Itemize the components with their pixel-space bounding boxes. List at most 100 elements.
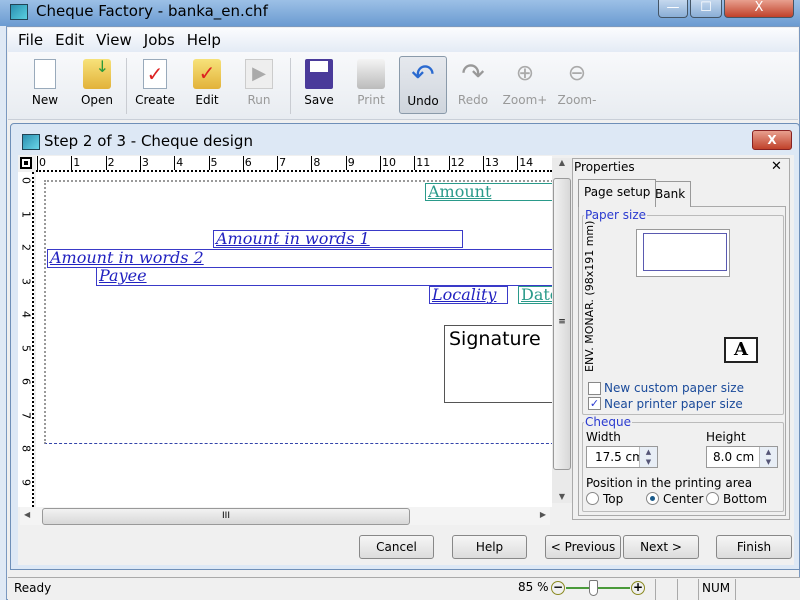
properties-title: Properties [574,160,635,174]
vertical-scroll-thumb[interactable]: ≡ [553,178,571,470]
cheque-group-label: Cheque [584,415,632,429]
zoom-in-button[interactable]: ⊕ Zoom+ [502,56,548,114]
radio-bottom-label[interactable]: Bottom [723,492,767,506]
next-button[interactable]: Next > [623,535,699,559]
height-spinner[interactable]: 8.0 cm ▲ ▼ [706,446,778,468]
cancel-button[interactable]: Cancel [359,535,434,559]
edit-button[interactable]: ✓ Edit [184,56,230,114]
redo-arrow-icon: ↷ [461,57,485,90]
new-button[interactable]: New [22,56,68,114]
design-canvas[interactable]: Amount Amount in words 1 Amount in words… [36,172,552,507]
radio-bottom[interactable] [706,492,719,505]
horizontal-scroll-thumb[interactable]: III [42,508,410,525]
near-printer-paper-label[interactable]: Near printer paper size [604,397,743,411]
field-date[interactable]: Date [518,286,552,304]
ruler-tick-label: 11 [414,156,431,170]
properties-close-icon[interactable]: ✕ [771,159,782,174]
field-locality[interactable]: Locality [429,286,508,304]
zoom-slider-thumb[interactable] [589,580,599,596]
cheque-page-area [44,180,552,444]
spinner-arrows-icon[interactable]: ▲ ▼ [759,447,777,467]
status-divider [698,579,699,600]
menu-help[interactable]: Help [181,28,227,52]
field-amount-in-words-2[interactable]: Amount in words 2 [47,249,552,268]
ruler-tick-label: 1 [19,210,33,218]
toolbar-separator [126,58,127,114]
zoom-in-status-icon[interactable]: + [631,581,645,595]
save-floppy-icon [305,59,333,89]
ruler-tick-label: 3 [139,156,149,170]
previous-button[interactable]: < Previous [545,535,621,559]
maximize-button[interactable]: ☐ [690,0,722,18]
menu-jobs[interactable]: Jobs [138,28,181,52]
toolbar-separator [290,58,291,114]
menu-edit[interactable]: Edit [49,28,90,52]
dialog-close-button[interactable]: X [752,130,792,150]
ruler-tick-label: 7 [19,411,33,419]
status-divider [655,579,656,600]
field-amount[interactable]: Amount [425,183,552,201]
minimize-button[interactable]: — [658,0,688,18]
ruler-tick-label: 4 [19,311,33,318]
ruler-tick-label: 3 [19,277,33,285]
zoom-out-status-icon[interactable]: − [551,581,565,595]
zoom-out-button[interactable]: ⊖ Zoom- [554,56,600,114]
menu-bar: File Edit View Jobs Help [8,28,798,52]
status-bar [8,577,800,600]
ruler-tick-label: 13 [482,156,499,170]
zoom-out-icon: ⊖ [567,61,587,86]
printer-icon [357,59,385,89]
num-lock-indicator: NUM [702,581,731,595]
near-printer-paper-checkbox[interactable]: ✓ [588,397,601,410]
vertical-ruler: 0 1 2 3 4 5 6 7 8 9 [18,172,34,507]
ruler-tick-label: 9 [19,478,33,486]
ruler-tick-label: 12 [448,156,465,170]
run-button[interactable]: ▶ Run [236,56,282,114]
ruler-tick-label: 6 [19,378,33,385]
radio-top-label[interactable]: Top [603,492,623,506]
ruler-tick-label: 10 [380,156,396,170]
field-signature[interactable]: Signature [444,325,552,403]
radio-center[interactable] [646,492,659,505]
dialog-icon [22,134,40,150]
ruler-tick-label: 5 [208,156,218,170]
spinner-arrows-icon[interactable]: ▲ ▼ [639,447,657,467]
height-label: Height [706,430,746,444]
paper-size-name: ENV. MONAR. (98x191 mm) [583,220,596,372]
ruler-tick-label: 0 [37,156,46,170]
zoom-level: 85 % [518,580,549,594]
print-button[interactable]: Print [348,56,394,114]
close-button[interactable]: X [724,0,794,18]
finish-button[interactable]: Finish [716,535,792,559]
ruler-origin-button[interactable] [20,157,32,169]
position-label: Position in the printing area [586,476,753,490]
ruler-tick-label: 1 [71,156,81,170]
window-title: Cheque Factory - banka_en.chf [36,2,268,20]
ruler-tick-label: 9 [345,156,355,170]
field-amount-in-words-1[interactable]: Amount in words 1 [213,230,463,248]
status-divider [735,579,736,600]
edit-cheque-icon: ✓ [193,59,221,89]
new-custom-paper-checkbox[interactable] [588,382,601,395]
new-custom-paper-label[interactable]: New custom paper size [604,381,744,395]
width-spinner[interactable]: 17.5 cm ▲ ▼ [586,446,658,468]
tab-page-setup[interactable]: Page setup [578,179,657,207]
radio-top[interactable] [586,492,599,505]
menu-view[interactable]: View [90,28,138,52]
create-button[interactable]: ✓ Create [132,56,178,114]
save-button[interactable]: Save [296,56,342,114]
paper-orientation-icon[interactable]: A [724,337,758,363]
status-text: Ready [14,581,52,595]
menu-file[interactable]: File [12,28,49,52]
app-icon [10,4,28,20]
open-folder-icon: ↓ [83,57,111,89]
radio-center-label[interactable]: Center [663,492,703,506]
dialog-title: Step 2 of 3 - Cheque design [44,132,253,150]
field-payee[interactable]: Payee [96,267,552,286]
redo-button[interactable]: ↷ Redo [450,56,496,114]
help-button[interactable]: Help [452,535,527,559]
run-icon: ▶ [245,59,273,89]
undo-button[interactable]: ↶ Undo [399,56,447,114]
zoom-in-icon: ⊕ [515,61,535,86]
open-button[interactable]: ↓ Open [74,56,120,114]
